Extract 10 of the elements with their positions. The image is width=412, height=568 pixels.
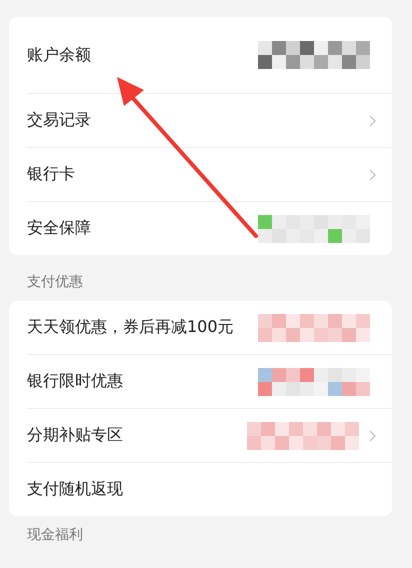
row-label[interactable]: 安全保障 xyxy=(27,218,258,239)
row-label[interactable]: 账户余额 xyxy=(27,44,258,66)
row-label[interactable]: 交易记录 xyxy=(27,110,365,131)
row-label[interactable]: 支付随机返现 xyxy=(27,479,376,500)
section-title: 支付优惠 xyxy=(26,273,84,292)
row-label[interactable]: 银行卡 xyxy=(27,164,365,185)
row-label[interactable]: 银行限时优惠 xyxy=(27,371,258,392)
row-label[interactable]: 分期补贴专区 xyxy=(27,425,247,446)
section-title: 现金福利 xyxy=(26,526,84,544)
row-label[interactable]: 天天领优惠，券后再减100元 xyxy=(27,317,258,338)
